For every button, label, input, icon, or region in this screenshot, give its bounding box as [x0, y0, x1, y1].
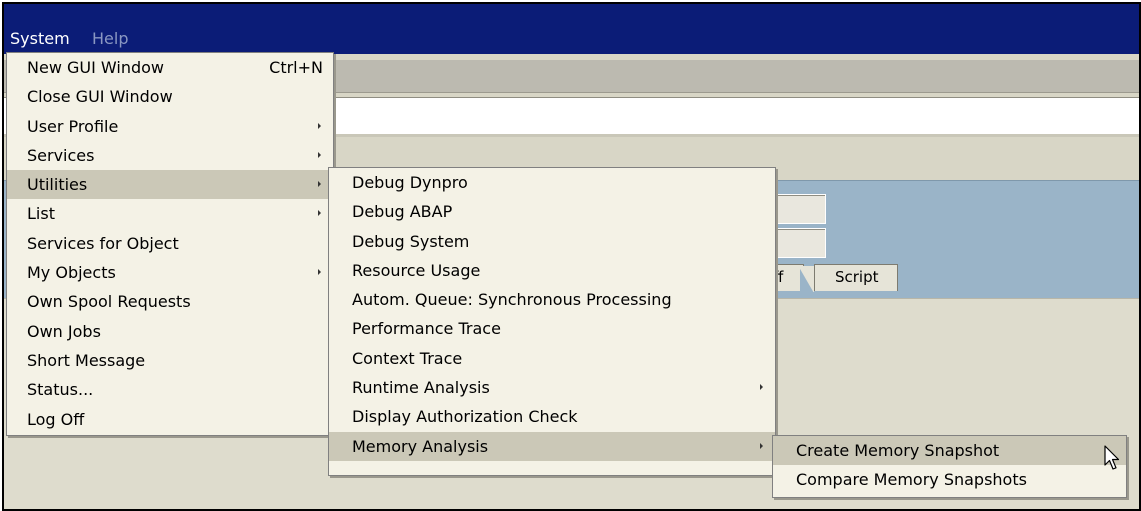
menu-item-label: Compare Memory Snapshots — [796, 470, 1027, 490]
memory-analysis-submenu: Create Memory Snapshot Compare Memory Sn… — [772, 435, 1127, 498]
menu-item-label: Autom. Queue: Synchronous Processing — [352, 290, 672, 310]
menu-item-context-trace[interactable]: Context Trace — [329, 344, 775, 373]
utilities-submenu: Debug Dynpro Debug ABAP Debug System Res… — [328, 167, 776, 476]
menu-item-label: Runtime Analysis — [352, 378, 490, 398]
menu-item-close-gui-window[interactable]: Close GUI Window — [7, 82, 333, 111]
menu-item-label: Services — [27, 145, 95, 165]
menu-item-compare-memory-snapshots[interactable]: Compare Memory Snapshots — [773, 465, 1126, 494]
menu-item-label: Own Jobs — [27, 321, 101, 341]
tab-script[interactable]: Script — [814, 264, 898, 291]
tab-divider — [800, 266, 814, 292]
menu-item-label: Debug ABAP — [352, 202, 453, 222]
menu-item-debug-system[interactable]: Debug System — [329, 227, 775, 256]
menu-item-debug-dynpro[interactable]: Debug Dynpro — [329, 168, 775, 197]
menu-item-label: Debug System — [352, 231, 470, 251]
menu-item-label: Own Spool Requests — [27, 292, 191, 312]
menu-item-label: Debug Dynpro — [352, 173, 468, 192]
menu-item-own-jobs[interactable]: Own Jobs — [7, 317, 333, 346]
menu-item-label: Create Memory Snapshot — [796, 441, 1000, 460]
menu-item-create-memory-snapshot[interactable]: Create Memory Snapshot — [773, 436, 1126, 466]
menu-item-autom-queue[interactable]: Autom. Queue: Synchronous Processing — [329, 285, 775, 314]
menu-item-list[interactable]: List — [7, 199, 333, 228]
menu-item-services[interactable]: Services — [7, 141, 333, 170]
mouse-pointer-icon — [1104, 445, 1120, 470]
submenu-arrow-icon — [760, 442, 763, 449]
tab-script-label: Script — [835, 268, 879, 286]
menu-item-label: Memory Analysis — [352, 436, 489, 456]
menu-item-label: Display Authorization Check — [352, 407, 578, 427]
menu-item-label: Short Message — [27, 350, 146, 370]
menu-item-label: Status... — [27, 380, 94, 400]
system-menu: New GUI Window Ctrl+N Close GUI Window U… — [6, 52, 334, 436]
menu-item-log-off[interactable]: Log Off — [7, 405, 333, 434]
menu-item-label: Log Off — [27, 409, 85, 429]
menu-item-label: Performance Trace — [352, 319, 501, 339]
menu-item-my-objects[interactable]: My Objects — [7, 258, 333, 287]
menu-item-label: Context Trace — [352, 348, 463, 368]
menu-item-resource-usage[interactable]: Resource Usage — [329, 256, 775, 285]
menu-item-label: User Profile — [27, 116, 119, 136]
menu-system[interactable]: System — [10, 29, 70, 48]
menu-item-runtime-analysis[interactable]: Runtime Analysis — [329, 373, 775, 402]
menu-item-label: Resource Usage — [352, 260, 481, 280]
menu-item-label: My Objects — [27, 263, 116, 283]
menu-item-utilities[interactable]: Utilities — [7, 170, 333, 200]
menu-bar: System Help — [4, 4, 1139, 54]
submenu-arrow-icon — [318, 269, 321, 276]
menu-item-user-profile[interactable]: User Profile — [7, 112, 333, 141]
submenu-arrow-icon — [318, 122, 321, 129]
menu-item-status[interactable]: Status... — [7, 375, 333, 404]
menu-item-shortcut: Ctrl+N — [269, 58, 323, 77]
menu-item-services-for-object[interactable]: Services for Object — [7, 229, 333, 258]
menu-item-label: Utilities — [27, 175, 88, 195]
input-field-1[interactable] — [770, 194, 826, 224]
input-field-2[interactable] — [770, 228, 826, 258]
menu-item-own-spool-requests[interactable]: Own Spool Requests — [7, 287, 333, 316]
submenu-arrow-icon — [318, 151, 321, 158]
menu-item-label: List — [27, 204, 55, 224]
menu-item-debug-abap[interactable]: Debug ABAP — [329, 197, 775, 226]
menu-help[interactable]: Help — [92, 29, 128, 48]
menu-item-label: Services for Object — [27, 233, 179, 253]
menu-item-performance-trace[interactable]: Performance Trace — [329, 314, 775, 343]
menu-item-new-gui-window[interactable]: New GUI Window Ctrl+N — [7, 53, 333, 82]
menu-item-display-authorization-check[interactable]: Display Authorization Check — [329, 402, 775, 431]
submenu-arrow-icon — [318, 181, 321, 188]
menu-item-short-message[interactable]: Short Message — [7, 346, 333, 375]
submenu-arrow-icon — [760, 384, 763, 391]
submenu-arrow-icon — [318, 210, 321, 217]
menu-item-label: Close GUI Window — [27, 87, 173, 107]
menu-item-label: New GUI Window — [27, 58, 164, 77]
menu-item-memory-analysis[interactable]: Memory Analysis — [329, 431, 775, 461]
